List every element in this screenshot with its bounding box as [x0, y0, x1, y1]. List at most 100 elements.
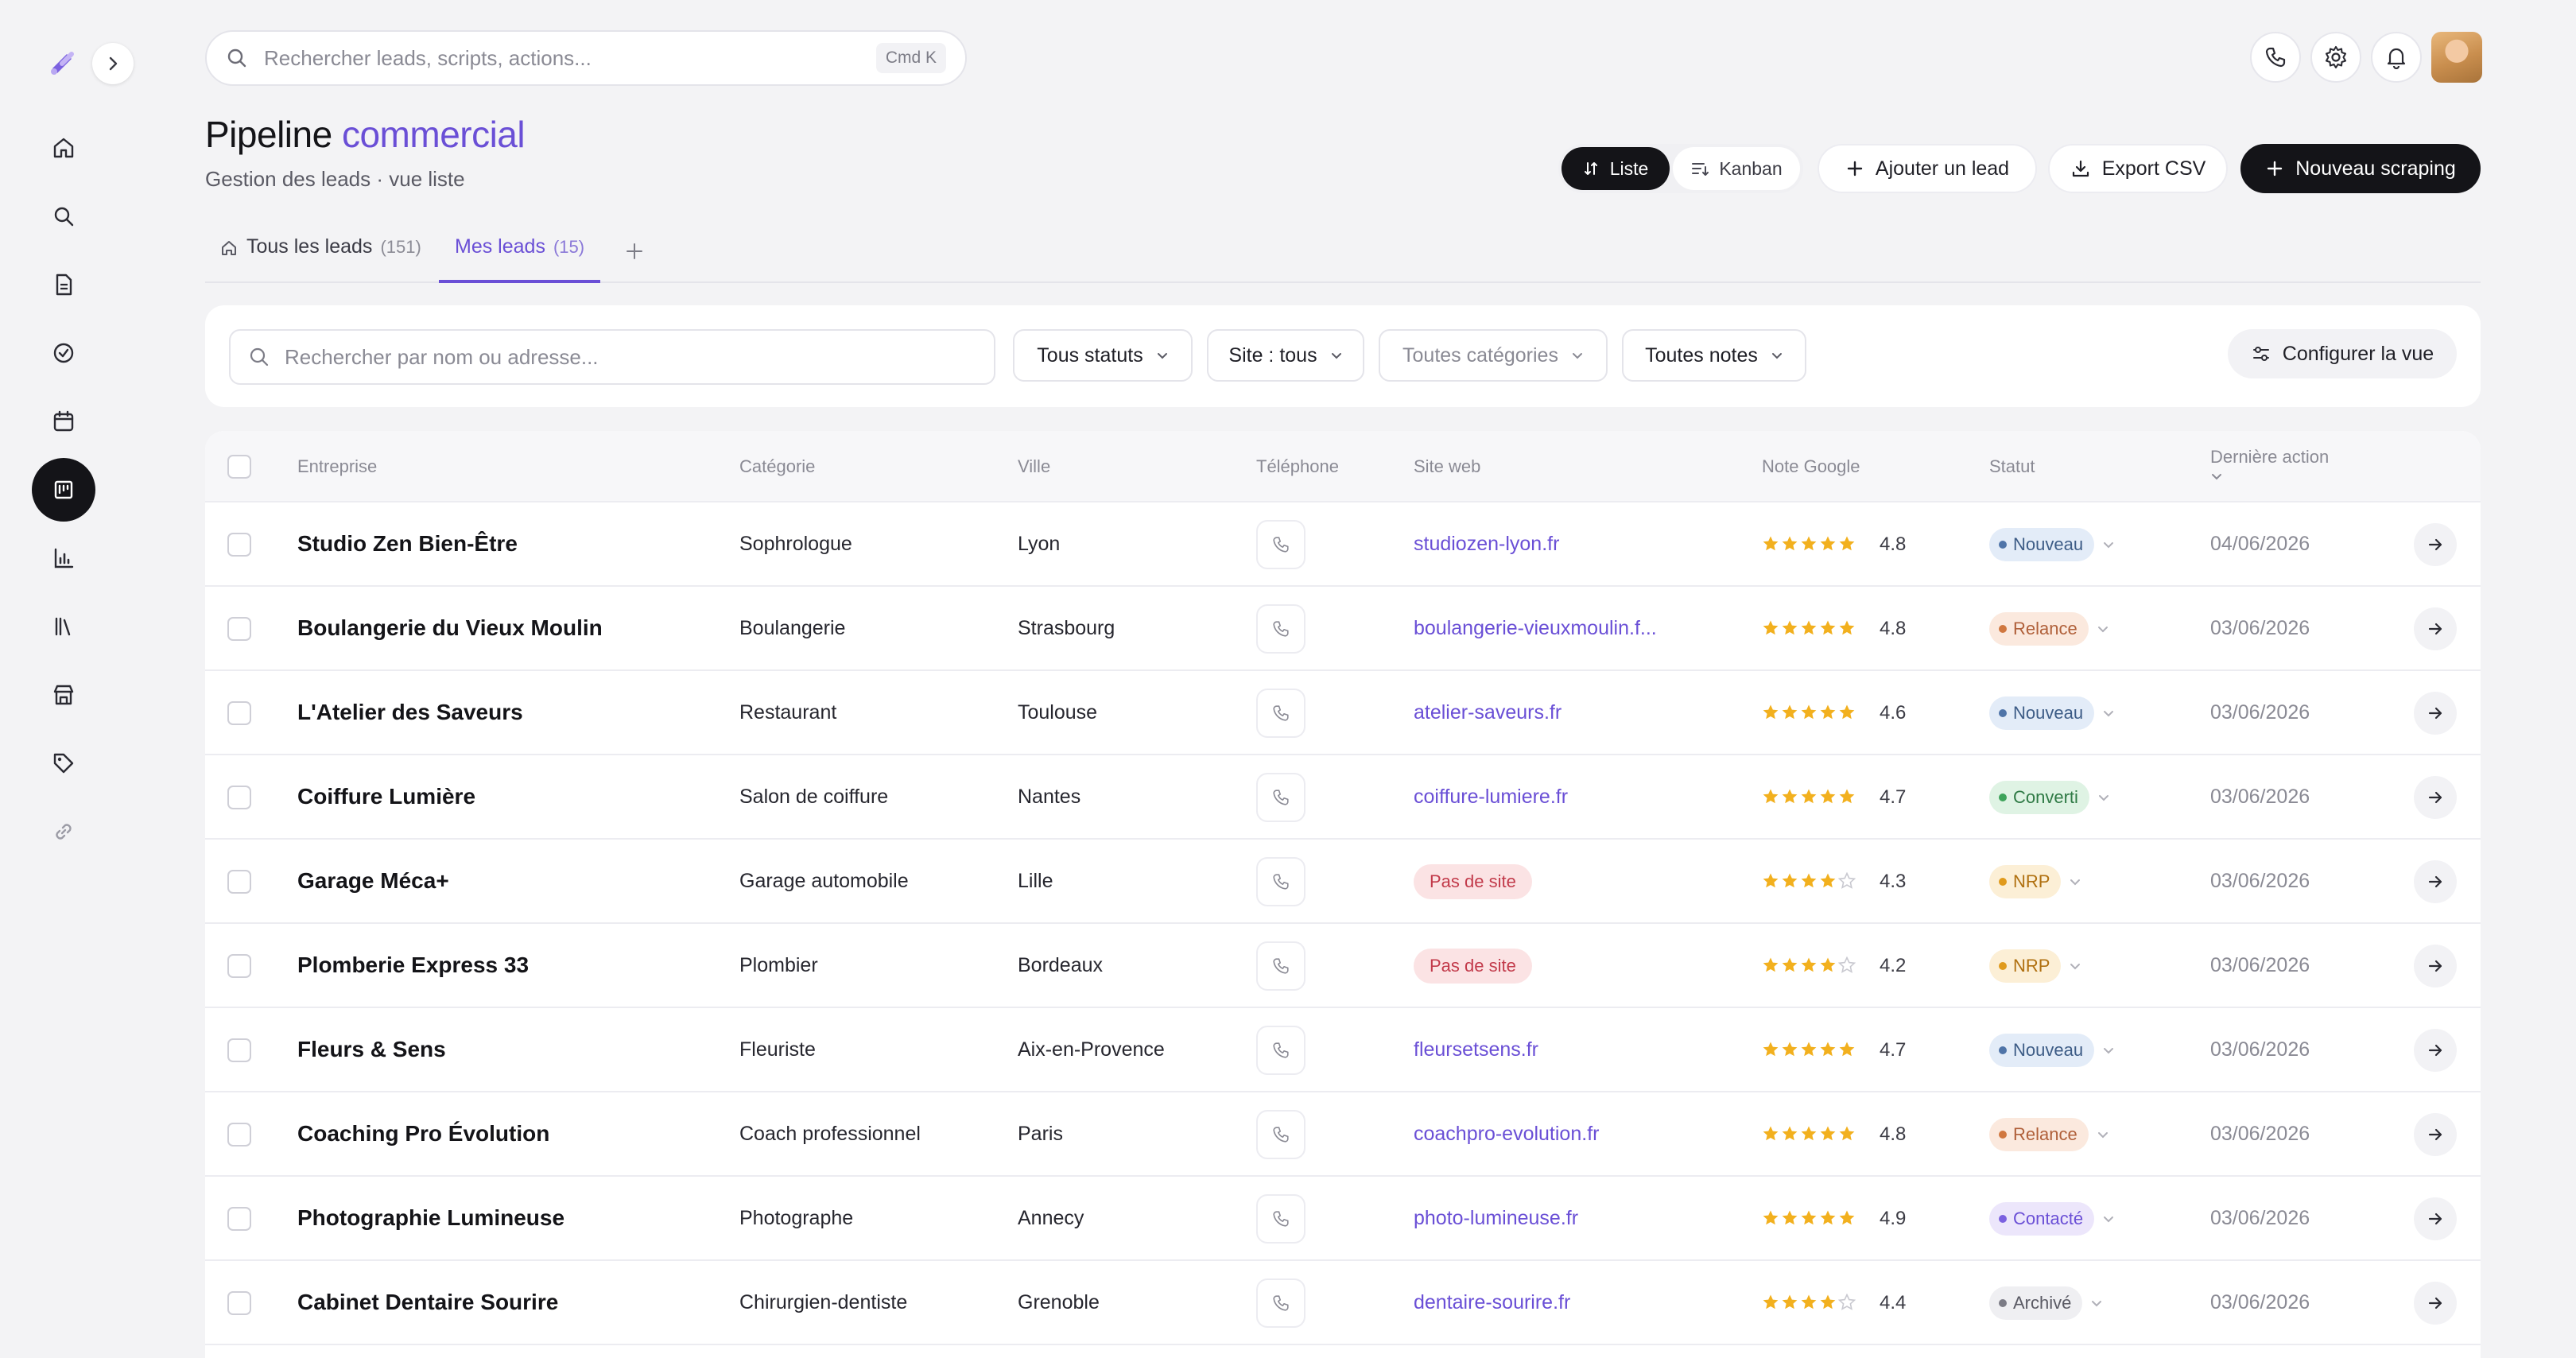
table-row[interactable]: Coaching Pro Évolution Coach professionne… [205, 1092, 2481, 1177]
row-checkbox[interactable] [227, 617, 251, 641]
sidebar-item-tasks[interactable] [32, 321, 95, 385]
status-badge[interactable]: Relance [1989, 1118, 2089, 1151]
sidebar-item-documents[interactable] [32, 253, 95, 316]
table-row[interactable]: Garage Méca+ Garage automobile Lille Pas de… [205, 840, 2481, 924]
row-checkbox[interactable] [227, 786, 251, 809]
sidebar-item-analytics[interactable] [32, 526, 95, 590]
website-link[interactable]: fleursetsens.fr [1414, 1038, 1538, 1061]
lead-search-input[interactable]: Rechercher par nom ou adresse... [229, 329, 995, 385]
row-checkbox[interactable] [227, 954, 251, 978]
column-header-city[interactable]: Ville [1018, 456, 1050, 477]
table-row[interactable]: L'Atelier des Saveurs Restaurant Toulouse a… [205, 671, 2481, 755]
column-header-rating[interactable]: Note Google [1762, 456, 1860, 477]
chevron-down-icon[interactable] [2090, 1297, 2103, 1310]
chevron-down-icon[interactable] [2097, 791, 2110, 804]
column-header-status[interactable]: Statut [1989, 456, 2035, 477]
column-header-company[interactable]: Entreprise [297, 456, 377, 477]
status-badge[interactable]: Nouveau [1989, 1034, 2095, 1067]
sidebar-item-home[interactable] [32, 116, 95, 180]
table-row[interactable]: Coiffure Lumière Salon de coiffure Nantes c… [205, 755, 2481, 840]
view-kanban-button[interactable]: Kanban [1673, 147, 1800, 190]
table-row[interactable]: Photographie Lumineuse Photographe Annecy p… [205, 1177, 2481, 1261]
tab-all-leads[interactable]: Tous les leads (151) [219, 229, 421, 283]
website-link[interactable]: boulangerie-vieuxmoulin.f... [1414, 617, 1657, 640]
sidebar-item-pipeline[interactable] [32, 458, 95, 522]
add-tab-button[interactable] [619, 235, 650, 267]
view-list-button[interactable]: Liste [1562, 147, 1670, 190]
status-badge[interactable]: NRP [1989, 865, 2062, 898]
open-lead-button[interactable] [2414, 1197, 2457, 1240]
row-checkbox[interactable] [227, 533, 251, 557]
website-link[interactable]: coachpro-evolution.fr [1414, 1123, 1599, 1146]
select-all-checkbox[interactable] [227, 455, 251, 479]
call-lead-button[interactable] [1256, 1194, 1305, 1244]
open-lead-button[interactable] [2414, 945, 2457, 987]
open-lead-button[interactable] [2414, 1282, 2457, 1325]
column-header-website[interactable]: Site web [1414, 456, 1480, 477]
tab-my-leads[interactable]: Mes leads (15) [439, 229, 601, 283]
call-lead-button[interactable] [1256, 773, 1305, 822]
status-badge[interactable]: Nouveau [1989, 528, 2095, 561]
call-lead-button[interactable] [1256, 689, 1305, 738]
status-badge[interactable]: Converti [1989, 781, 2089, 814]
chevron-down-icon[interactable] [2069, 960, 2081, 972]
status-badge[interactable]: Archivé [1989, 1286, 2083, 1320]
website-link[interactable]: dentaire-sourire.fr [1414, 1291, 1570, 1314]
row-checkbox[interactable] [227, 870, 251, 894]
status-badge[interactable]: Nouveau [1989, 696, 2095, 730]
category-filter[interactable]: Toutes catégories [1379, 329, 1608, 382]
app-logo[interactable] [45, 46, 80, 81]
sidebar-item-calendar[interactable] [32, 390, 95, 453]
website-link[interactable]: coiffure-lumiere.fr [1414, 786, 1568, 809]
chevron-down-icon[interactable] [2102, 707, 2115, 720]
table-row[interactable]: Studio Zen Bien-Être Sophrologue Lyon studi… [205, 502, 2481, 587]
row-checkbox[interactable] [227, 1123, 251, 1147]
call-lead-button[interactable] [1256, 1110, 1305, 1159]
chevron-down-icon[interactable] [2102, 538, 2115, 551]
chevron-down-icon[interactable] [2102, 1044, 2115, 1057]
row-checkbox[interactable] [227, 701, 251, 725]
export-csv-button[interactable]: Export CSV [2048, 144, 2228, 193]
call-lead-button[interactable] [1256, 857, 1305, 906]
sidebar-item-links[interactable] [32, 800, 95, 863]
configure-view-button[interactable]: Configurer la vue [2228, 329, 2457, 378]
chevron-down-icon[interactable] [2097, 1128, 2109, 1141]
column-header-category[interactable]: Catégorie [739, 456, 815, 477]
site-filter[interactable]: Site : tous [1207, 329, 1364, 382]
open-lead-button[interactable] [2414, 692, 2457, 735]
column-header-last-action[interactable]: Dernière action [2210, 447, 2329, 482]
add-lead-button[interactable]: Ajouter un lead [1818, 144, 2037, 193]
status-filter[interactable]: Tous statuts [1013, 329, 1193, 382]
table-row[interactable]: Plomberie Express 33 Plombier Bordeaux Pas … [205, 924, 2481, 1008]
status-badge[interactable]: NRP [1989, 949, 2062, 983]
column-header-phone[interactable]: Téléphone [1256, 456, 1339, 477]
chevron-down-icon[interactable] [2102, 1212, 2115, 1225]
row-checkbox[interactable] [227, 1291, 251, 1315]
open-lead-button[interactable] [2414, 1029, 2457, 1072]
new-scraping-button[interactable]: Nouveau scraping [2240, 144, 2481, 193]
open-lead-button[interactable] [2414, 523, 2457, 566]
user-avatar[interactable] [2431, 32, 2482, 83]
chevron-down-icon[interactable] [2097, 623, 2109, 635]
notifications-button[interactable] [2371, 32, 2422, 83]
call-lead-button[interactable] [1256, 941, 1305, 991]
open-lead-button[interactable] [2414, 776, 2457, 819]
open-lead-button[interactable] [2414, 860, 2457, 903]
rating-filter[interactable]: Toutes notes [1622, 329, 1806, 382]
call-lead-button[interactable] [1256, 1026, 1305, 1075]
settings-button[interactable] [2310, 32, 2361, 83]
chevron-down-icon[interactable] [2069, 875, 2081, 888]
table-row[interactable]: Boulangerie du Vieux Moulin Boulangerie St… [205, 587, 2481, 671]
website-link[interactable]: studiozen-lyon.fr [1414, 533, 1559, 556]
table-row[interactable]: Fleurs & Sens Fleuriste Aix-en-Provence fle… [205, 1008, 2481, 1092]
website-link[interactable]: atelier-saveurs.fr [1414, 701, 1562, 724]
table-row[interactable]: Cabinet Dentaire Sourire Chirurgien-denti… [205, 1261, 2481, 1345]
sidebar-expand-button[interactable] [92, 43, 134, 84]
call-lead-button[interactable] [1256, 604, 1305, 654]
sidebar-item-search[interactable] [32, 184, 95, 248]
status-badge[interactable]: Contacté [1989, 1202, 2095, 1236]
sidebar-item-store[interactable] [32, 663, 95, 727]
call-lead-button[interactable] [1256, 1278, 1305, 1328]
global-search-input[interactable]: Rechercher leads, scripts, actions... Cm… [205, 30, 967, 86]
row-checkbox[interactable] [227, 1207, 251, 1231]
